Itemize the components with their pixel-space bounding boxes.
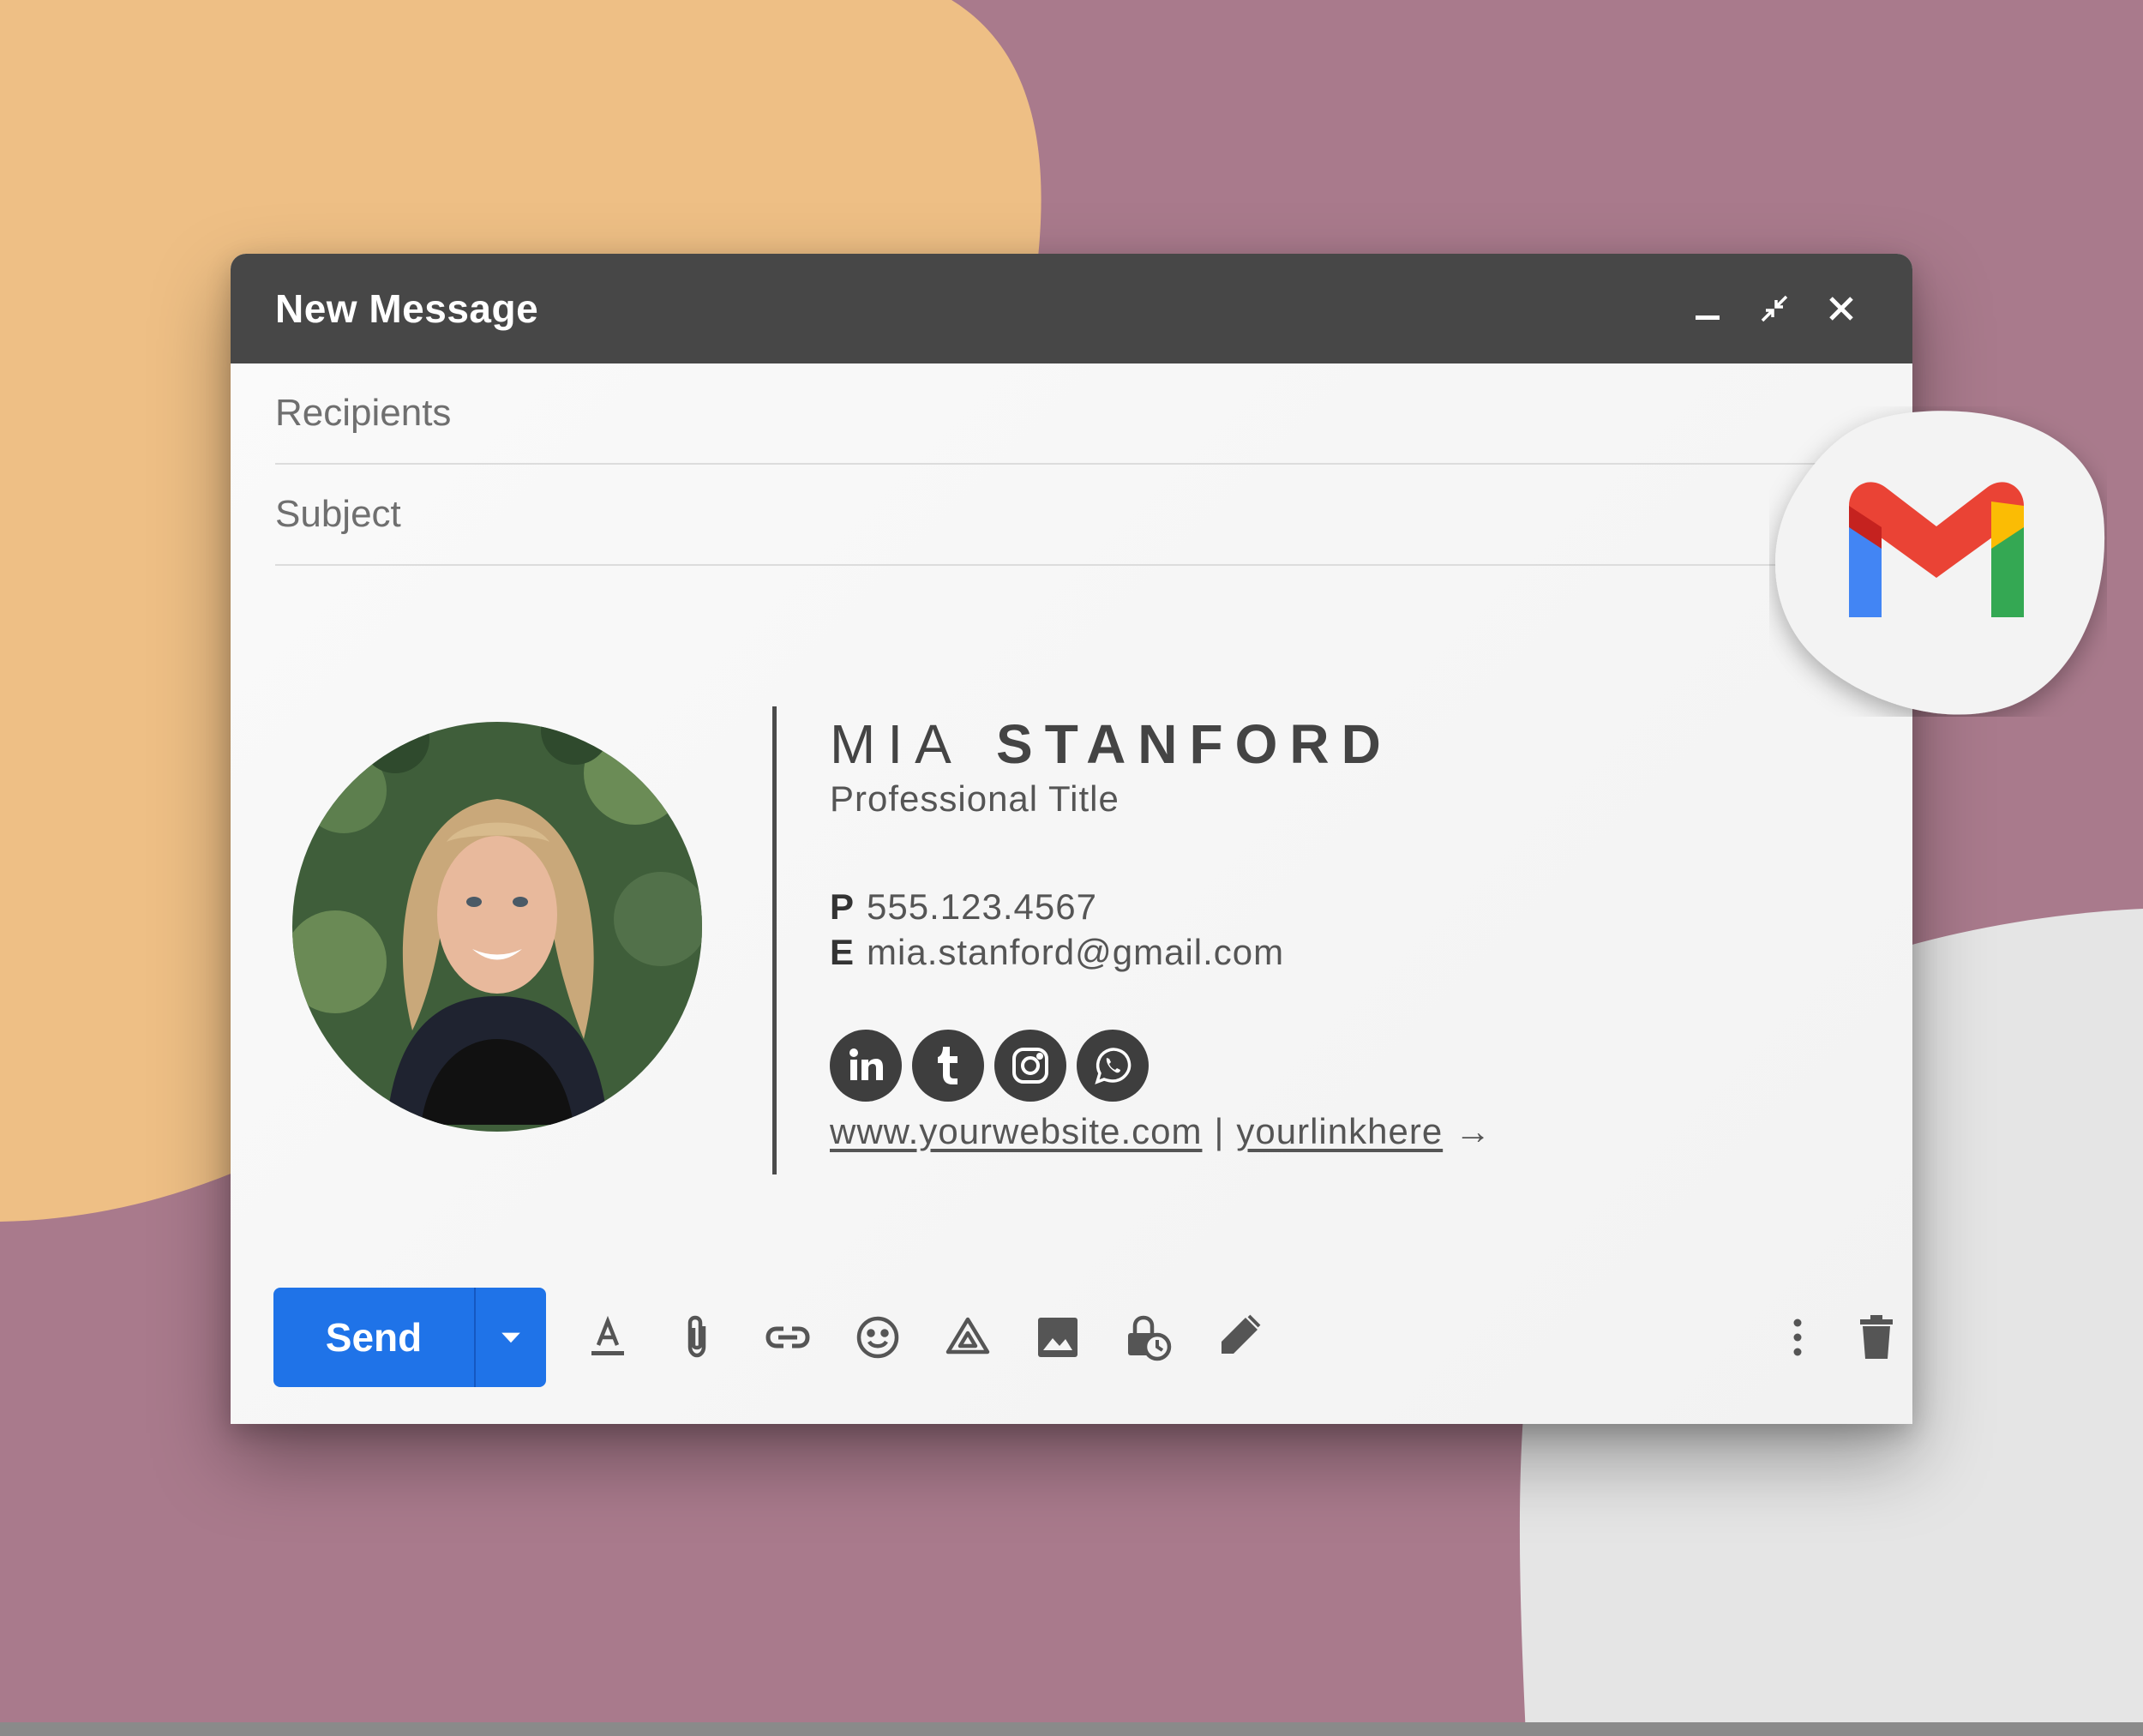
send-button[interactable]: Send xyxy=(273,1288,474,1387)
formatting-icon[interactable] xyxy=(572,1301,644,1373)
delete-icon[interactable] xyxy=(1840,1301,1912,1373)
signature-divider xyxy=(772,706,777,1174)
minimize-icon[interactable] xyxy=(1681,282,1734,335)
signature-block: MIA STANFORD Professional Title xyxy=(830,717,1393,820)
signature-last-name: STANFORD xyxy=(996,713,1393,775)
signature-name: MIA STANFORD xyxy=(830,717,1393,772)
signature-photo xyxy=(292,722,702,1132)
phone-value: 555.123.4567 xyxy=(867,886,1097,927)
website-link[interactable]: www.yourwebsite.com xyxy=(830,1111,1202,1151)
link-separator: | xyxy=(1214,1111,1225,1151)
instagram-icon[interactable] xyxy=(994,1030,1066,1102)
chevron-down-icon xyxy=(501,1332,520,1343)
arrow-right-icon: → xyxy=(1455,1111,1492,1151)
recipients-field[interactable]: Recipients xyxy=(275,363,1835,465)
whatsapp-icon[interactable] xyxy=(1077,1030,1149,1102)
phone-label: P xyxy=(830,886,855,927)
bottom-strip xyxy=(0,1722,2143,1736)
signature-phone: P 555.123.4567 xyxy=(830,886,1097,928)
email-label: E xyxy=(830,932,855,972)
compose-title: New Message xyxy=(275,286,539,331)
more-options-icon[interactable] xyxy=(1762,1301,1834,1373)
signature-icon[interactable] xyxy=(1202,1301,1274,1373)
recipients-placeholder: Recipients xyxy=(275,392,452,434)
custom-link[interactable]: yourlinkhere xyxy=(1236,1111,1443,1151)
subject-placeholder: Subject xyxy=(275,493,401,535)
gmail-logo-icon xyxy=(1775,411,2105,715)
close-icon[interactable] xyxy=(1815,282,1868,335)
emoji-icon[interactable] xyxy=(842,1301,914,1373)
tumblr-icon[interactable] xyxy=(912,1030,984,1102)
attach-icon[interactable] xyxy=(662,1301,734,1373)
signature-first-name: MIA xyxy=(830,713,961,775)
subject-field[interactable]: Subject xyxy=(275,465,1835,566)
compose-titlebar[interactable]: New Message xyxy=(231,254,1912,363)
linkedin-icon[interactable] xyxy=(830,1030,902,1102)
send-options-dropdown[interactable] xyxy=(476,1288,546,1387)
link-icon[interactable] xyxy=(752,1301,824,1373)
signature-title: Professional Title xyxy=(830,778,1120,819)
confidential-mode-icon[interactable] xyxy=(1112,1301,1184,1373)
email-value: mia.stanford@gmail.com xyxy=(867,932,1285,972)
drive-icon[interactable] xyxy=(932,1301,1004,1373)
send-button-group: Send xyxy=(273,1288,546,1387)
photo-icon[interactable] xyxy=(1022,1301,1094,1373)
social-icons xyxy=(830,1030,1149,1102)
signature-email: Emia.stanford@gmail.com xyxy=(830,932,1284,973)
compose-window: New Message Recipients Subject MIA STANF… xyxy=(231,254,1912,1424)
signature-links: www.yourwebsite.com | yourlinkhere → xyxy=(830,1111,1492,1152)
exit-fullscreen-icon[interactable] xyxy=(1748,282,1801,335)
